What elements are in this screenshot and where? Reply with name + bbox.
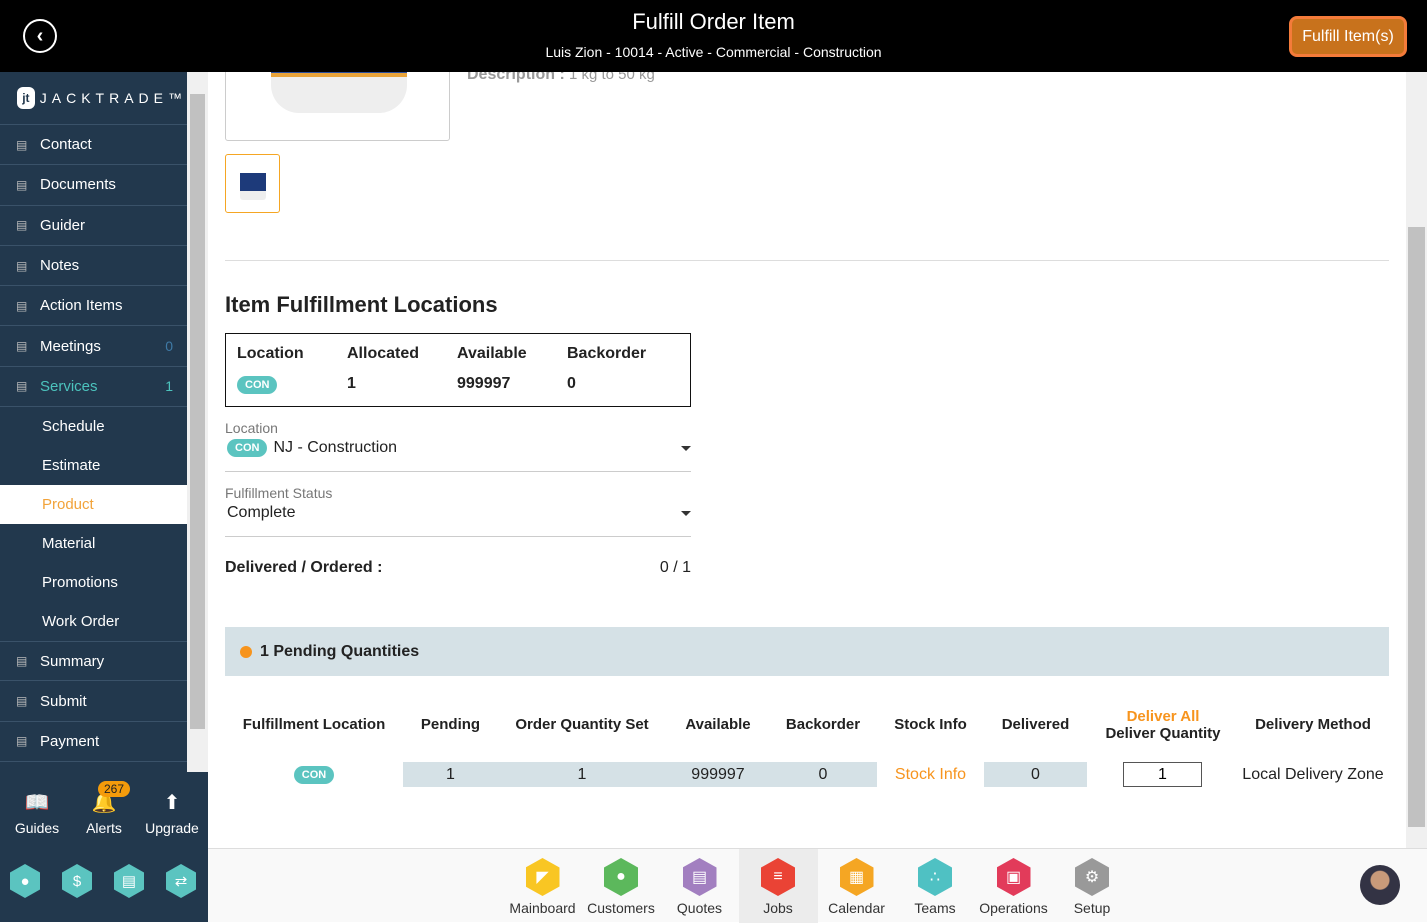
section-title: Item Fulfillment Locations	[225, 292, 498, 317]
fulfillment-status-select[interactable]: Fulfillment Status Complete	[225, 485, 691, 537]
delivered-ordered-label: Delivered / Ordered :	[225, 559, 383, 576]
setup-icon: ⚙	[1075, 858, 1109, 896]
logo-icon: jt	[17, 87, 35, 109]
stock-info-link[interactable]: Stock Info	[883, 762, 978, 787]
sidebar-bottom: 📖 Guides 🔔 Alerts 267 ⬆ Upgrade ● $ ▤ ⇄	[0, 772, 208, 922]
sidebar-item-action-items[interactable]: ▤ Action Items	[0, 286, 187, 327]
user-icon[interactable]: ●	[10, 864, 40, 898]
upgrade-button[interactable]: ⬆ Upgrade	[137, 790, 207, 836]
sidebar-subitem-schedule[interactable]: Schedule	[0, 407, 187, 446]
sidebar-subitem-estimate[interactable]: Estimate	[0, 446, 187, 485]
payment-icon: ▤	[16, 734, 28, 749]
locations-table: Location Allocated Available Backorder C…	[225, 333, 691, 407]
summary-icon: ▤	[16, 654, 28, 669]
dock-setup[interactable]: ⚙ Setup	[1053, 849, 1132, 923]
dollar-icon[interactable]: $	[62, 864, 92, 898]
product-image	[225, 72, 450, 141]
arrow-up-icon: ⬆	[163, 792, 181, 814]
submit-icon: ▤	[16, 694, 28, 709]
mainboard-icon: ◤	[525, 858, 560, 896]
location-select[interactable]: Location CON NJ - Construction	[225, 420, 691, 472]
location-tag: CON	[227, 439, 268, 457]
guides-button[interactable]: 📖 Guides	[2, 790, 72, 836]
workflow-icon[interactable]: ⇄	[166, 864, 196, 898]
main-content: Description : 1 kg to 50 kg Item Fulfill…	[208, 72, 1406, 848]
dock-mainboard[interactable]: ◤ Mainboard	[503, 849, 582, 923]
sidebar-item-documents[interactable]: ▤ Documents	[0, 165, 187, 206]
dock-teams[interactable]: ∴ Teams	[896, 849, 975, 923]
sidebar-scrollbar[interactable]	[187, 72, 208, 772]
status-dot-icon	[240, 645, 252, 658]
signpost-icon: ▤	[16, 218, 28, 233]
customers-icon: ●	[604, 858, 638, 896]
pending-header: 1 Pending Quantities	[225, 627, 1389, 676]
sidebar-item-summary[interactable]: ▤ Summary	[0, 641, 187, 682]
alerts-badge: 267	[98, 781, 131, 797]
teams-icon: ∴	[918, 858, 952, 896]
product-thumbnail[interactable]	[225, 154, 280, 213]
money-icon[interactable]: ▤	[114, 864, 144, 898]
calendar-icon: ▦	[839, 858, 874, 896]
product-description: Description : 1 kg to 50 kg	[467, 72, 655, 83]
bottom-dock: ◤ Mainboard ● Customers ▤ Quotes ≡ Jobs ▦ Calenda…	[208, 848, 1427, 923]
delivered-ordered-value: 0 / 1	[659, 559, 691, 576]
sidebar-item-meetings[interactable]: ▤ Meetings 0	[0, 326, 187, 367]
sidebar-item-guider[interactable]: ▤ Guider	[0, 206, 187, 246]
sidebar-item-submit[interactable]: ▤ Submit	[0, 681, 187, 722]
location-tag: CON	[237, 376, 278, 394]
book-icon: 📖	[24, 792, 50, 814]
dock-quotes[interactable]: ▤ Quotes	[660, 849, 739, 923]
meetings-icon: ▤	[16, 339, 28, 354]
page-title: Fulfill Order Item	[632, 9, 795, 34]
sidebar-subitem-work-order[interactable]: Work Order	[0, 602, 187, 641]
divider	[225, 260, 1389, 261]
signpost-icon: ▤	[16, 258, 28, 273]
clipboard-icon: ▤	[16, 298, 28, 313]
quotes-icon: ▤	[682, 858, 717, 896]
sidebar: jt JACKTRADE™ ▤ Contact ▤ Documents ▤ Guider ▤ N…	[0, 72, 187, 772]
count-badge: 1	[165, 378, 173, 395]
dock-calendar[interactable]: ▦ Calendar	[817, 849, 896, 923]
caret-down-icon	[681, 446, 691, 451]
services-icon: ▤	[16, 379, 28, 394]
header: ‹ Fulfill Order Item Luis Zion - 10014 -…	[0, 0, 1427, 72]
dock-jobs[interactable]: ≡ Jobs	[738, 849, 818, 923]
operations-icon: ▣	[996, 858, 1031, 896]
deliver-quantity-input[interactable]	[1123, 762, 1202, 787]
deliver-all-link[interactable]: Deliver All	[1098, 708, 1228, 725]
jobs-icon: ≡	[761, 858, 795, 896]
location-tag: CON	[293, 765, 335, 784]
avatar[interactable]	[1360, 865, 1400, 905]
dock-customers[interactable]: ● Customers	[582, 849, 661, 923]
sidebar-item-notes[interactable]: ▤ Notes	[0, 246, 187, 287]
sidebar-item-contact[interactable]: ▤ Contact	[0, 125, 187, 166]
sidebar-item-payment[interactable]: ▤ Payment	[0, 722, 187, 762]
sidebar-subitem-product[interactable]: Product	[0, 485, 187, 525]
page-subtitle: Luis Zion - 10014 - Active - Commercial …	[545, 44, 882, 60]
contact-book-icon: ▤	[16, 137, 28, 152]
fulfill-items-button[interactable]: Fulfill Item(s)	[1289, 16, 1407, 57]
main-scrollbar[interactable]	[1406, 72, 1427, 848]
caret-down-icon	[681, 511, 691, 516]
dock-operations[interactable]: ▣ Operations	[974, 849, 1053, 923]
sidebar-subitem-material[interactable]: Material	[0, 524, 187, 563]
logo: jt JACKTRADE™	[0, 72, 187, 125]
count-badge: 0	[165, 338, 173, 355]
sidebar-item-services[interactable]: ▤ Services 1	[0, 367, 187, 408]
sidebar-subitem-promotions[interactable]: Promotions	[0, 563, 187, 602]
documents-icon: ▤	[16, 177, 28, 192]
